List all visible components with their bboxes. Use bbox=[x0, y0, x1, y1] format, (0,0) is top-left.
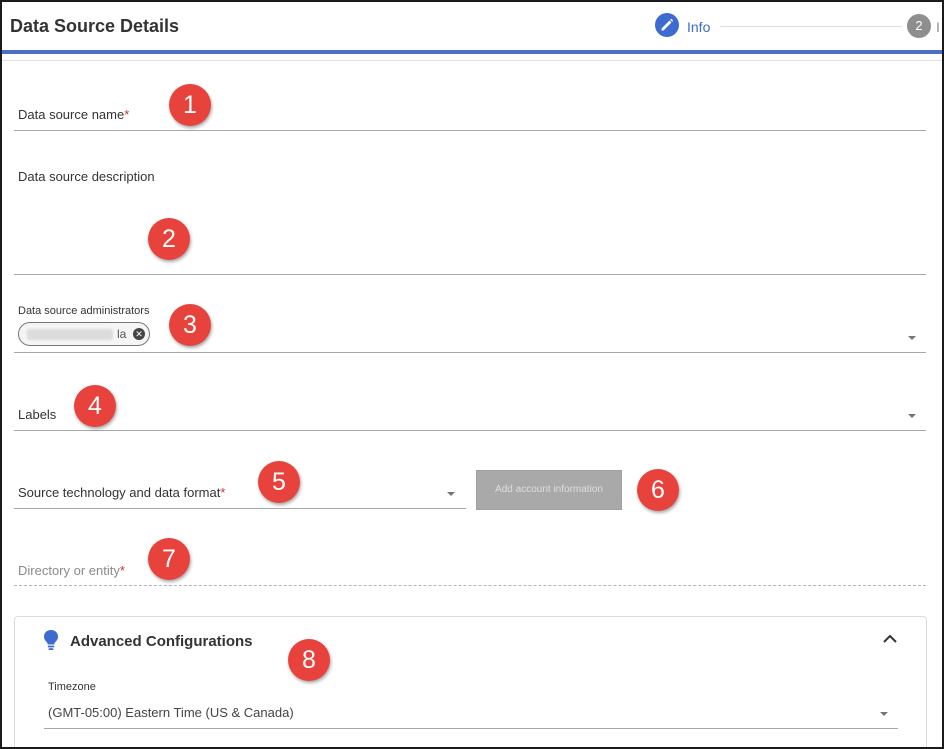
annotation-badge-1: 1 bbox=[169, 84, 211, 126]
administrators-underline bbox=[14, 352, 926, 353]
administrators-dropdown-caret-icon[interactable] bbox=[908, 336, 916, 340]
labels-field[interactable]: Labels bbox=[18, 407, 56, 422]
directory-underline bbox=[14, 585, 926, 586]
annotation-badge-6: 6 bbox=[637, 469, 679, 511]
required-asterisk: * bbox=[119, 563, 125, 578]
annotation-badge-3: 3 bbox=[169, 304, 211, 346]
source-technology-label: Source technology and data format bbox=[18, 485, 221, 500]
header-divider bbox=[2, 60, 942, 61]
timezone-caret-icon[interactable] bbox=[880, 712, 888, 716]
chevron-up-icon[interactable] bbox=[882, 632, 898, 644]
labels-underline bbox=[14, 430, 926, 431]
annotation-badge-8: 8 bbox=[288, 639, 330, 681]
header: Data Source Details Info 2 I bbox=[2, 2, 942, 52]
chip-remove-icon[interactable]: ✕ bbox=[133, 328, 145, 340]
annotation-badge-4: 4 bbox=[74, 385, 116, 427]
source-technology-field[interactable]: Source technology and data format* bbox=[18, 485, 225, 500]
step-2-label[interactable]: I bbox=[936, 19, 940, 35]
labels-label: Labels bbox=[18, 407, 57, 422]
administrator-chip-text: la bbox=[117, 327, 127, 341]
labels-dropdown-caret-icon[interactable] bbox=[908, 414, 916, 418]
data-source-details-panel: Data Source Details Info 2 I Data source… bbox=[0, 0, 944, 749]
administrator-chip[interactable]: la ✕ bbox=[18, 322, 150, 346]
required-asterisk: * bbox=[220, 485, 226, 500]
timezone-select[interactable]: (GMT-05:00) Eastern Time (US & Canada) bbox=[48, 705, 294, 720]
source-technology-caret-icon[interactable] bbox=[447, 492, 455, 496]
annotation-badge-7: 7 bbox=[148, 538, 190, 580]
stepper-connector bbox=[720, 26, 902, 27]
timezone-underline bbox=[44, 728, 898, 729]
header-accent-bar bbox=[2, 50, 942, 54]
directory-label: Directory or entity bbox=[18, 563, 120, 578]
data-source-description-underline bbox=[14, 274, 926, 275]
add-account-information-button[interactable]: Add account information bbox=[476, 470, 622, 510]
data-source-description-label: Data source description bbox=[18, 169, 155, 184]
data-source-name-field[interactable]: Data source name* bbox=[18, 107, 129, 122]
annotation-badge-2: 2 bbox=[148, 218, 190, 260]
redacted-name bbox=[27, 329, 113, 340]
step-info-label[interactable]: Info bbox=[687, 19, 710, 35]
required-asterisk: * bbox=[124, 107, 130, 122]
lightbulb-icon bbox=[42, 629, 60, 651]
data-source-administrators-label: Data source administrators bbox=[18, 305, 150, 317]
data-source-name-underline bbox=[14, 130, 926, 131]
page-title: Data Source Details bbox=[10, 16, 180, 36]
step-2-number[interactable]: 2 bbox=[907, 14, 931, 38]
timezone-label: Timezone bbox=[48, 681, 96, 693]
source-technology-underline bbox=[14, 508, 466, 509]
advanced-configurations-title[interactable]: Advanced Configurations bbox=[70, 633, 253, 650]
pencil-icon[interactable] bbox=[655, 13, 679, 37]
directory-field[interactable]: Directory or entity* bbox=[18, 563, 125, 578]
annotation-badge-5: 5 bbox=[258, 461, 300, 503]
data-source-description-field[interactable]: Data source description bbox=[18, 169, 155, 184]
data-source-name-label: Data source name bbox=[18, 107, 125, 122]
